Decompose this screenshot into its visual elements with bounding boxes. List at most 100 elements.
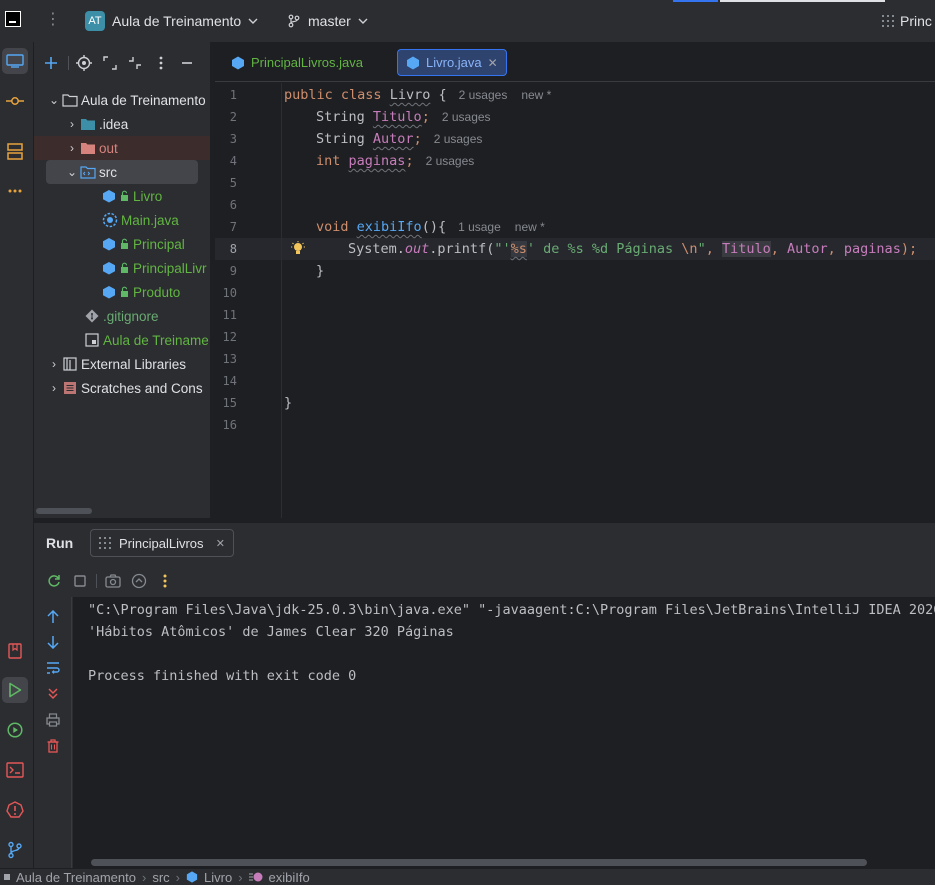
run-side-toolbar	[34, 597, 72, 869]
close-tab-icon[interactable]: ✕	[216, 537, 225, 550]
code-line-8[interactable]: System.out.printf("'%s' de %s %d Páginas…	[348, 238, 917, 260]
inlay-usages-hint[interactable]: 2 usages	[426, 154, 475, 168]
code-line-4[interactable]: int paginas; 2 usages	[316, 150, 474, 172]
chevron-right-icon[interactable]: ›	[64, 141, 80, 155]
tree-item-principal[interactable]: Principal	[34, 232, 210, 256]
tree-item-gitignore[interactable]: .gitignore	[34, 304, 210, 328]
tree-item-src[interactable]: ⌄ src	[46, 160, 198, 184]
tab-livro-java[interactable]: Livro.java ✕	[397, 49, 507, 76]
code-line-2[interactable]: String Titulo; 2 usages	[316, 106, 491, 128]
commit-icon	[6, 97, 24, 105]
inlay-author-hint[interactable]: new *	[515, 220, 545, 234]
line-number: 1	[229, 88, 237, 102]
breadcrumb-item[interactable]: Livro	[204, 870, 232, 885]
chevron-right-icon[interactable]: ›	[46, 357, 62, 371]
locate-icon[interactable]	[74, 53, 94, 73]
code-line-7[interactable]: void exibiIfo(){1 usage new *	[316, 216, 545, 238]
breadcrumb-item[interactable]: exibiIfo	[269, 870, 310, 885]
chevron-right-icon[interactable]: ›	[64, 117, 80, 131]
project-tool-button[interactable]	[2, 48, 28, 74]
intellij-logo-icon[interactable]	[5, 11, 21, 27]
project-horizontal-scrollbar[interactable]	[36, 508, 92, 514]
chevron-right-icon[interactable]: ›	[46, 381, 62, 395]
chevron-down-icon[interactable]: ⌄	[46, 93, 62, 107]
code-punctuation: (){	[421, 219, 447, 235]
run-config-widget[interactable]: Princ	[882, 10, 932, 32]
code-line-1[interactable]: public class Livro {2 usages new *	[284, 84, 551, 106]
soft-wrap-icon[interactable]	[44, 659, 62, 677]
expand-all-icon[interactable]	[100, 53, 120, 73]
rerun-icon[interactable]	[45, 572, 63, 590]
tree-item-project-root[interactable]: ⌄ Aula de Treinamento	[34, 88, 210, 112]
console-output[interactable]: "C:\Program Files\Java\jdk-25.0.3\bin\ja…	[73, 597, 935, 869]
breadcrumb-item[interactable]: Aula de Treinamento	[16, 870, 136, 885]
java-class-icon	[232, 56, 244, 69]
scroll-to-end-icon[interactable]	[44, 685, 62, 703]
run-tool-button[interactable]	[2, 677, 28, 703]
more-options-icon[interactable]	[156, 572, 174, 590]
branch-widget[interactable]: master	[287, 10, 368, 32]
services-tool-button[interactable]	[2, 717, 28, 743]
print-icon[interactable]	[44, 711, 62, 729]
trash-icon[interactable]	[44, 737, 62, 755]
options-icon[interactable]	[151, 53, 171, 73]
inlay-usages-hint[interactable]: 2 usages	[459, 88, 508, 102]
code-field: Autor	[372, 131, 414, 147]
run-tab-principal-livros[interactable]: PrincipalLivros ✕	[90, 529, 234, 557]
code-field: paginas	[348, 153, 406, 169]
tree-item-module-file[interactable]: Aula de Treiname	[34, 328, 210, 352]
code-line-9[interactable]: }	[316, 260, 324, 282]
breadcrumb-item[interactable]: src	[152, 870, 169, 885]
stop-icon[interactable]	[71, 572, 89, 590]
arrow-down-icon[interactable]	[44, 633, 62, 651]
git-icon	[84, 308, 100, 324]
inlay-author-hint[interactable]: new *	[521, 88, 551, 102]
java-class-icon	[102, 188, 130, 204]
tree-item-scratches[interactable]: › Scratches and Cons	[34, 376, 210, 400]
tree-item-produto[interactable]: Produto	[34, 280, 210, 304]
commit-tool-button[interactable]	[2, 88, 28, 114]
project-widget[interactable]: AT Aula de Treinamento	[85, 10, 258, 32]
bookmarks-tool-button[interactable]	[2, 638, 28, 664]
hide-panel-icon[interactable]	[177, 53, 197, 73]
structure-tool-button[interactable]	[2, 139, 28, 165]
close-tab-icon[interactable]: ✕	[488, 56, 498, 70]
lightbulb-icon[interactable]	[290, 241, 306, 257]
java-class-icon	[102, 236, 130, 252]
terminal-tool-button[interactable]	[2, 757, 28, 783]
java-class-icon	[102, 260, 130, 276]
problems-tool-button[interactable]	[2, 797, 28, 823]
code-keyword: class	[340, 87, 382, 103]
code-line-15[interactable]: }	[284, 392, 292, 414]
arrow-up-icon[interactable]	[44, 608, 62, 626]
tree-item-idea[interactable]: › .idea	[34, 112, 210, 136]
add-icon[interactable]	[41, 53, 61, 73]
git-tool-button[interactable]	[2, 837, 28, 863]
tree-item-label: Scratches and Cons	[81, 380, 203, 396]
tree-item-label: External Libraries	[81, 356, 187, 372]
camera-icon[interactable]	[104, 572, 122, 590]
tree-item-main-java[interactable]: Main.java	[34, 208, 210, 232]
collapse-all-icon[interactable]	[125, 53, 145, 73]
java-file-icon	[102, 212, 118, 228]
restore-layout-icon[interactable]	[130, 572, 148, 590]
inlay-usages-hint[interactable]: 2 usages	[442, 110, 491, 124]
tree-item-out[interactable]: › out	[34, 136, 210, 160]
console-horizontal-scrollbar[interactable]	[91, 859, 867, 866]
tab-principal-livros-java[interactable]: PrincipalLivros.java	[223, 49, 371, 76]
breadcrumb-separator-icon: ›	[141, 869, 147, 885]
tree-item-label: out	[99, 140, 118, 156]
inlay-usages-hint[interactable]: 2 usages	[434, 132, 483, 146]
tree-item-external-libraries[interactable]: › External Libraries	[34, 352, 210, 376]
more-tools-button[interactable]	[2, 178, 28, 204]
main-menu-icon[interactable]: ⋮	[45, 10, 61, 30]
scratches-icon	[62, 380, 78, 396]
tree-item-livro[interactable]: Livro	[34, 184, 210, 208]
code-string: ' de %s %d Páginas	[526, 241, 682, 257]
code-line-3[interactable]: String Autor; 2 usages	[316, 128, 482, 150]
code-class-ref: System.	[348, 241, 405, 257]
chevron-down-icon[interactable]: ⌄	[64, 165, 80, 179]
tree-item-principal-livros[interactable]: PrincipalLivr	[34, 256, 210, 280]
inlay-usages-hint[interactable]: 1 usage	[458, 220, 501, 234]
tree-item-label: Livro	[133, 188, 163, 204]
